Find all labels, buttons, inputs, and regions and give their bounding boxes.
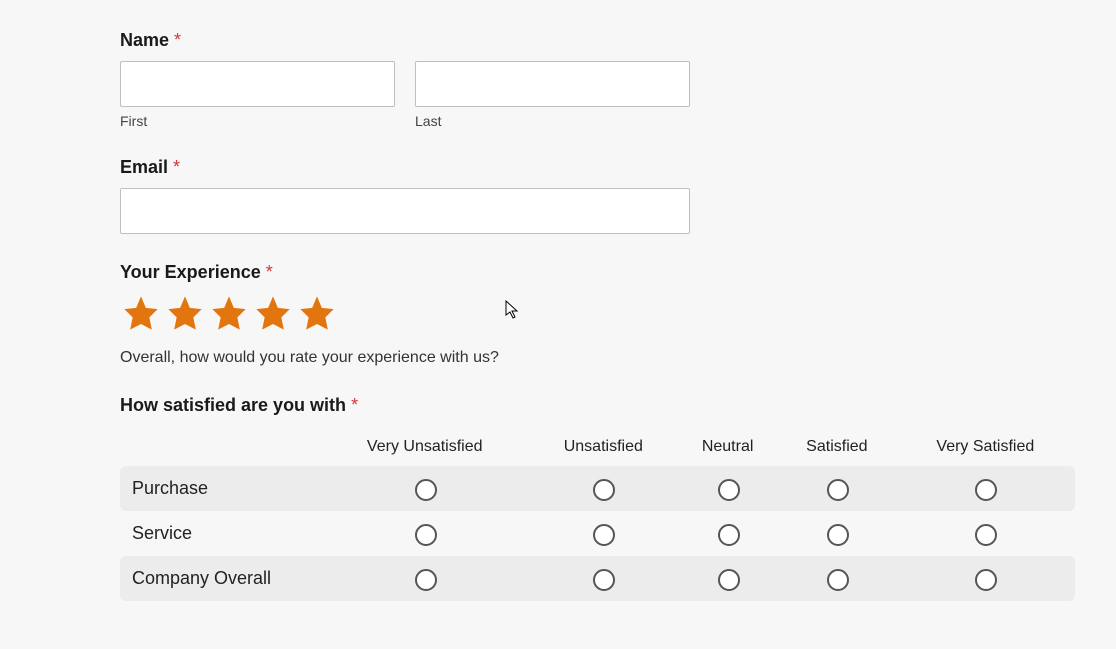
experience-label: Your Experience * [120, 262, 996, 283]
satisfaction-radio[interactable] [827, 524, 849, 546]
first-name-input[interactable] [120, 61, 395, 107]
satisfaction-radio[interactable] [593, 524, 615, 546]
satisfaction-radio[interactable] [718, 479, 740, 501]
star-icon[interactable] [164, 293, 206, 333]
experience-label-text: Your Experience [120, 262, 261, 282]
satisfaction-row-label: Purchase [120, 466, 320, 511]
last-name-sublabel: Last [415, 113, 690, 129]
satisfaction-radio[interactable] [415, 479, 437, 501]
name-label-text: Name [120, 30, 169, 50]
satisfaction-radio[interactable] [975, 524, 997, 546]
satisfaction-field-group: How satisfied are you with * Very Unsati… [120, 395, 996, 601]
table-row: Company Overall [120, 556, 1075, 601]
star-icon[interactable] [208, 293, 250, 333]
email-input[interactable] [120, 188, 690, 234]
satisfaction-required-mark: * [351, 395, 358, 415]
experience-help-text: Overall, how would you rate your experie… [120, 349, 996, 367]
name-row: First Last [120, 61, 996, 129]
satisfaction-radio[interactable] [827, 569, 849, 591]
satisfaction-radio[interactable] [827, 479, 849, 501]
satisfaction-radio[interactable] [593, 479, 615, 501]
satisfaction-header-row: Very Unsatisfied Unsatisfied Neutral Sat… [120, 428, 1075, 466]
name-label: Name * [120, 30, 996, 51]
email-field-group: Email * [120, 157, 996, 234]
experience-field-group: Your Experience * Overall, how would you… [120, 262, 996, 367]
email-label-text: Email [120, 157, 168, 177]
star-icon[interactable] [120, 293, 162, 333]
satisfaction-col-header: Unsatisfied [529, 428, 677, 466]
satisfaction-label-text: How satisfied are you with [120, 395, 346, 415]
email-label: Email * [120, 157, 996, 178]
satisfaction-radio[interactable] [415, 569, 437, 591]
satisfaction-radio[interactable] [975, 569, 997, 591]
satisfaction-radio[interactable] [593, 569, 615, 591]
satisfaction-label: How satisfied are you with * [120, 395, 996, 416]
satisfaction-row-label: Company Overall [120, 556, 320, 601]
satisfaction-radio[interactable] [718, 524, 740, 546]
name-field-group: Name * First Last [120, 30, 996, 129]
experience-required-mark: * [266, 262, 273, 282]
last-name-input[interactable] [415, 61, 690, 107]
satisfaction-radio[interactable] [415, 524, 437, 546]
satisfaction-table: Very Unsatisfied Unsatisfied Neutral Sat… [120, 428, 1075, 601]
first-name-sublabel: First [120, 113, 395, 129]
form-container: Name * First Last Email * Your Experienc… [0, 0, 1116, 649]
satisfaction-radio[interactable] [975, 479, 997, 501]
satisfaction-col-header: Neutral [677, 428, 778, 466]
email-required-mark: * [173, 157, 180, 177]
satisfaction-row-label: Service [120, 511, 320, 556]
table-row: Purchase [120, 466, 1075, 511]
satisfaction-col-header: Very Satisfied [896, 428, 1075, 466]
satisfaction-col-header: Very Unsatisfied [320, 428, 529, 466]
satisfaction-radio[interactable] [718, 569, 740, 591]
last-name-column: Last [415, 61, 690, 129]
first-name-column: First [120, 61, 395, 129]
table-row: Service [120, 511, 1075, 556]
star-icon[interactable] [296, 293, 338, 333]
name-required-mark: * [174, 30, 181, 50]
star-rating-row [120, 293, 996, 333]
satisfaction-header-blank [120, 428, 320, 466]
satisfaction-col-header: Satisfied [778, 428, 896, 466]
star-icon[interactable] [252, 293, 294, 333]
